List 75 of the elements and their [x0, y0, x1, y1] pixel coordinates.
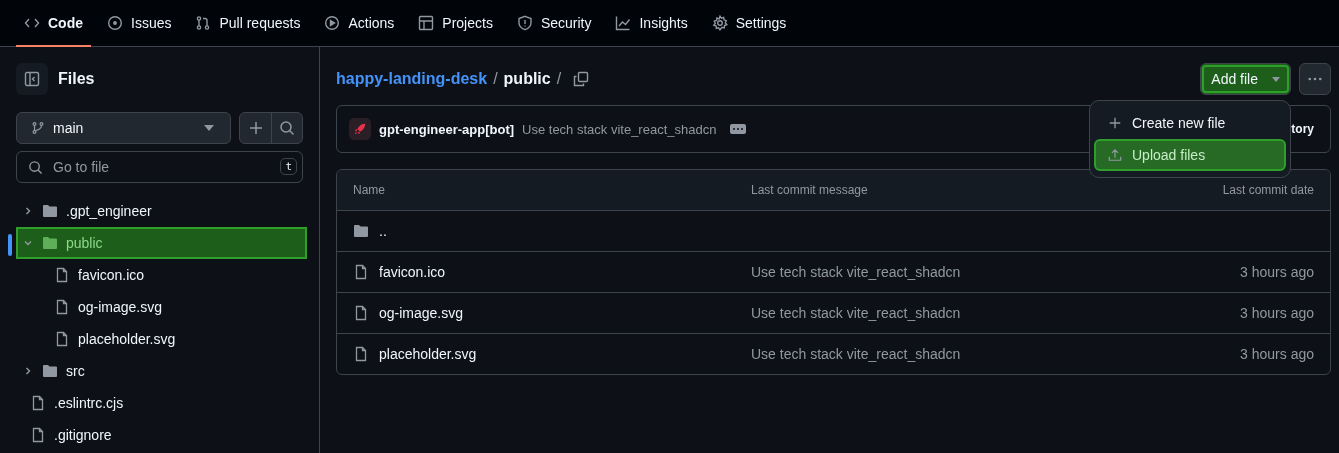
add-file-dropdown-button[interactable]: Add file: [1200, 63, 1291, 95]
graph-icon: [615, 15, 632, 31]
ellipsis-icon: [732, 127, 745, 131]
search-icon: [279, 120, 295, 136]
file-icon: [54, 267, 70, 283]
commit-date: 3 hours ago: [1240, 264, 1314, 280]
commit-message-link[interactable]: Use tech stack vite_react_shadcn: [751, 264, 1241, 280]
column-header: Last commit date: [1222, 183, 1314, 197]
collapse-sidebar-button[interactable]: [16, 63, 48, 95]
nav-tab[interactable]: Issues: [99, 0, 180, 46]
tree-item[interactable]: .gitignore: [16, 419, 307, 451]
plus-icon: [247, 120, 264, 136]
file-icon: [353, 305, 369, 321]
file-icon: [353, 346, 369, 362]
tree-item[interactable]: .gpt_engineer: [16, 195, 307, 227]
path-separator: /: [556, 70, 562, 88]
nav-tab[interactable]: Projects: [410, 0, 501, 46]
table-icon: [418, 15, 435, 31]
upload-icon: [1108, 148, 1122, 162]
file-icon: [30, 395, 46, 411]
nav-tab[interactable]: Insights: [607, 0, 696, 46]
column-header: Last commit message: [751, 183, 869, 197]
file-link[interactable]: favicon.ico: [379, 264, 446, 280]
column-header: Name: [353, 183, 386, 197]
commit-date: 3 hours ago: [1240, 346, 1314, 362]
expand-message-button[interactable]: [730, 124, 747, 134]
file-icon: [353, 264, 369, 280]
commit-message-link[interactable]: Use tech stack vite_react_shadcn: [751, 346, 1241, 362]
shortcut-key: t: [280, 158, 297, 175]
shield-icon: [516, 15, 533, 31]
current-folder: public: [503, 70, 551, 88]
history-link[interactable]: tory: [1291, 122, 1314, 136]
search-icon: [28, 160, 43, 175]
commit-date: 3 hours ago: [1240, 305, 1314, 321]
caret-icon: [1272, 76, 1280, 82]
tree-item[interactable]: placeholder.svg: [16, 323, 307, 355]
nav-tab[interactable]: Security: [508, 0, 600, 46]
folder-icon: [353, 223, 369, 239]
kebab-icon: [1308, 77, 1322, 81]
file-icon: [30, 427, 46, 443]
nav-tab[interactable]: Code: [16, 0, 91, 46]
nav-tab[interactable]: Pull requests: [187, 0, 309, 46]
file-icon: [54, 299, 70, 315]
tree-item[interactable]: favicon.ico: [16, 259, 307, 291]
selection-bar: [8, 234, 12, 256]
commit-author[interactable]: gpt-engineer-app[bot]: [379, 121, 515, 137]
folder-icon: [42, 235, 58, 251]
branch-selector[interactable]: main: [16, 112, 231, 144]
commit-message-link[interactable]: Use tech stack vite_react_shadcn: [751, 305, 1241, 321]
branch-icon: [31, 121, 45, 135]
tree-item[interactable]: og-image.svg: [16, 291, 307, 323]
file-link[interactable]: og-image.svg: [379, 305, 464, 321]
tree-item[interactable]: src: [16, 355, 307, 387]
pull-request-icon: [195, 15, 212, 31]
play-icon: [324, 15, 341, 31]
nav-tab[interactable]: Actions: [316, 0, 403, 46]
repo-link[interactable]: happy-landing-desk: [336, 70, 488, 88]
plus-icon: [1108, 116, 1122, 130]
commit-message[interactable]: Use tech stack vite_react_shadcn: [522, 121, 717, 137]
file-link[interactable]: placeholder.svg: [379, 346, 477, 362]
nav-tab[interactable]: Settings: [703, 0, 795, 46]
circle-dot-icon: [107, 15, 123, 31]
folder-icon: [42, 363, 58, 379]
caret-icon: [204, 125, 214, 131]
parent-directory-link[interactable]: ..: [379, 223, 387, 239]
rocket-avatar-icon: [349, 118, 371, 140]
menu-item[interactable]: Create new file: [1094, 107, 1286, 139]
path-separator: /: [493, 70, 498, 88]
sidebar-toggle-icon: [24, 71, 40, 87]
sidebar-title: Files: [58, 70, 95, 88]
settings-icon: [711, 15, 728, 31]
menu-item[interactable]: Upload files: [1094, 139, 1286, 171]
folder-icon: [42, 203, 58, 219]
tree-item[interactable]: .eslintrc.cjs: [16, 387, 307, 419]
file-icon: [54, 331, 70, 347]
